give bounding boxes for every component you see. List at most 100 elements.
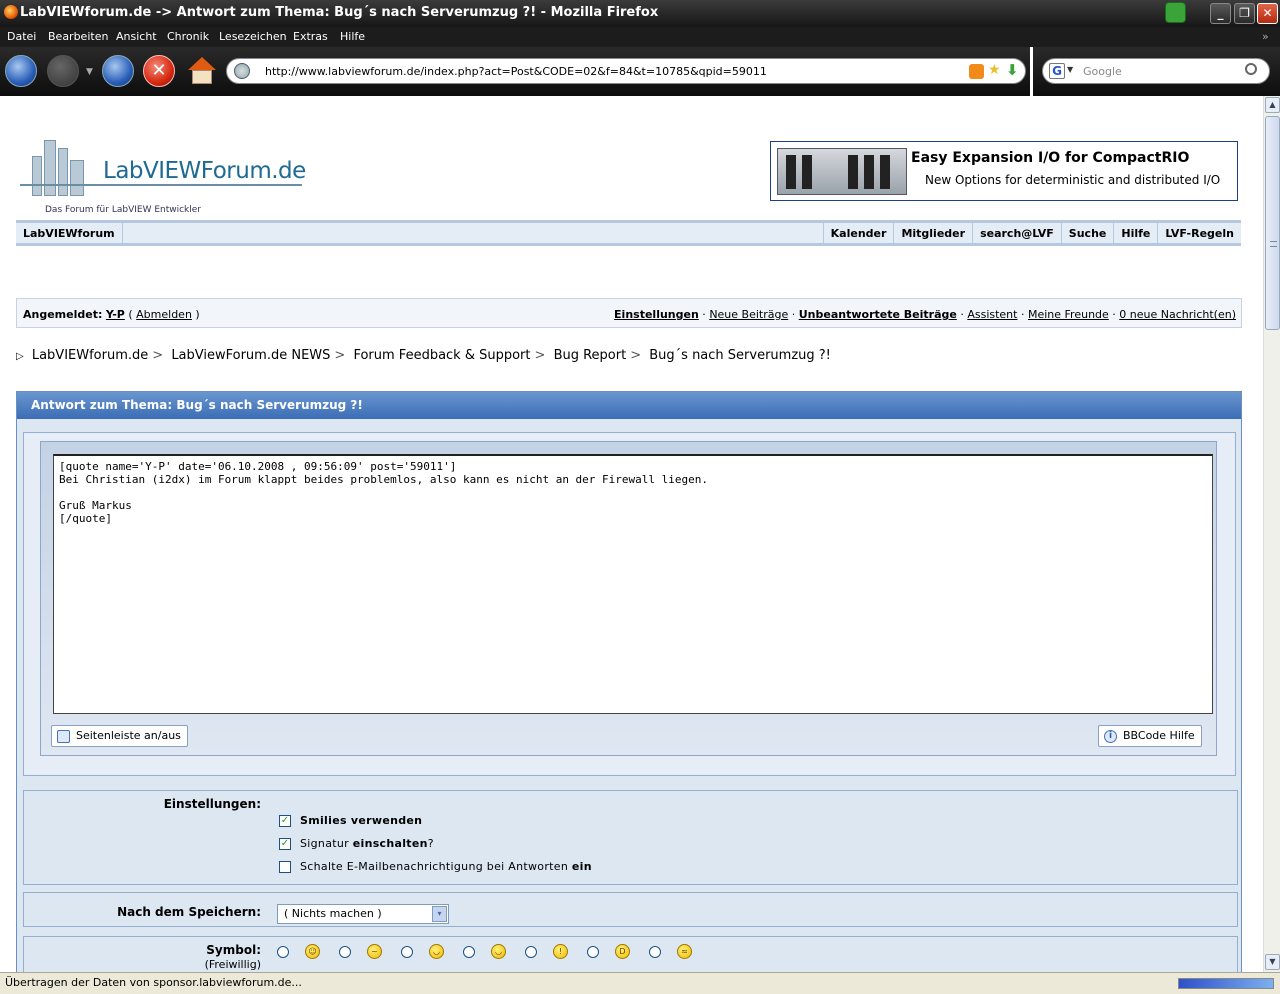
scroll-thumb[interactable] — [1265, 116, 1280, 330]
grin-icon: D — [615, 944, 630, 959]
email-notify-label[interactable]: Schalte E-Mailbenachrichtigung bei Antwo… — [300, 860, 592, 873]
minimize-button[interactable]: _ — [1210, 3, 1231, 24]
reply-form: Antwort zum Thema: Bug´s nach Serverumzu… — [16, 391, 1242, 972]
forum-logo[interactable]: LabVIEWForum.de Das Forum für LabVIEW En… — [20, 126, 310, 221]
user-bar: Angemeldet: Y-P ( Abmelden ) Einstellung… — [16, 298, 1242, 328]
forum-top-nav: LabVIEWforum Kalender Mitglieder search@… — [16, 220, 1241, 246]
menu-datei[interactable]: Datei — [7, 30, 36, 43]
menu-lesezeichen[interactable]: Lesezeichen — [219, 30, 287, 43]
sleepy-icon: ◡ — [429, 944, 444, 959]
bookmark-star-icon[interactable]: ★ — [988, 62, 1001, 78]
search-input[interactable]: Google — [1083, 65, 1122, 78]
menu-ansicht[interactable]: Ansicht — [116, 30, 157, 43]
nav-home-link[interactable]: LabVIEWforum — [16, 223, 123, 243]
assistant-link[interactable]: Assistent — [967, 308, 1017, 321]
menu-overflow-icon[interactable]: » — [1262, 30, 1269, 43]
chevron-down-icon[interactable]: ▾ — [432, 906, 447, 922]
info-icon: i — [1104, 730, 1117, 743]
rss-feed-icon[interactable] — [969, 64, 984, 79]
friends-link[interactable]: Meine Freunde — [1028, 308, 1109, 321]
menu-chronik[interactable]: Chronik — [167, 30, 209, 43]
symbol-radio[interactable] — [649, 946, 661, 958]
post-textarea[interactable]: [quote name='Y-P' date='06.10.2008 , 09:… — [53, 454, 1213, 714]
nav-search-lvf[interactable]: search@LVF — [972, 223, 1061, 243]
google-engine-icon[interactable]: G — [1049, 63, 1065, 79]
symbol-radio[interactable] — [401, 946, 413, 958]
bbcode-help-button[interactable]: i BBCode Hilfe — [1098, 725, 1202, 747]
logo-name: LabVIEWForum.de — [103, 158, 306, 184]
home-button[interactable] — [186, 55, 218, 87]
close-window-button[interactable]: ✕ — [1257, 3, 1278, 24]
nav-hilfe[interactable]: Hilfe — [1113, 223, 1157, 243]
address-bar[interactable]: http://www.labviewforum.de/index.php?act… — [226, 58, 1026, 84]
home-icon — [188, 57, 216, 70]
logout-link[interactable]: Abmelden — [136, 308, 192, 321]
symbol-radio[interactable] — [587, 946, 599, 958]
sidebar-toggle-button[interactable]: Seitenleiste an/aus — [51, 725, 188, 747]
breadcrumb-item[interactable]: LabVIEWforum.de — [32, 348, 148, 363]
scroll-up-button[interactable]: ▲ — [1265, 97, 1280, 113]
nav-kalender[interactable]: Kalender — [822, 223, 894, 243]
messages-link[interactable]: 0 neue Nachricht(en) — [1119, 308, 1236, 321]
url-input[interactable]: http://www.labviewforum.de/index.php?act… — [265, 65, 767, 78]
site-icon[interactable] — [234, 63, 250, 79]
stop-button[interactable]: ✕ — [143, 55, 175, 87]
download-icon[interactable]: ⬇ — [1006, 61, 1019, 79]
symbol-radio[interactable] — [525, 946, 537, 958]
smilies-checkbox[interactable]: ✓ — [279, 815, 291, 827]
sidebar-toggle-label: Seitenleiste an/aus — [76, 729, 181, 742]
editor-frame: [quote name='Y-P' date='06.10.2008 , 09:… — [40, 441, 1217, 756]
search-icon[interactable] — [1245, 63, 1257, 75]
nav-lvf-regeln[interactable]: LVF-Regeln — [1157, 223, 1241, 243]
menu-bar: Datei Bearbeiten Ansicht Chronik Lesezei… — [0, 27, 1280, 47]
wink-icon: ◡ — [491, 944, 506, 959]
window-title: LabVIEWforum.de -> Antwort zum Thema: Bu… — [20, 5, 659, 20]
symbol-radio[interactable] — [463, 946, 475, 958]
navigation-toolbar: ▼ ✕ http://www.labviewforum.de/index.php… — [0, 47, 1280, 96]
bbcode-help-label: BBCode Hilfe — [1123, 729, 1195, 742]
sidebar-icon — [57, 730, 70, 743]
smilies-label[interactable]: Smilies verwenden — [300, 814, 422, 827]
new-posts-link[interactable]: Neue Beiträge — [709, 308, 788, 321]
after-save-select[interactable]: ( Nichts machen ) ▾ — [277, 904, 449, 924]
forward-button[interactable] — [47, 55, 79, 87]
breadcrumb-arrow-icon: ▷ — [16, 351, 24, 362]
smirk-icon: ~ — [367, 944, 382, 959]
maximize-button[interactable]: ❐ — [1234, 3, 1255, 24]
sponsor-banner[interactable]: Easy Expansion I/O for CompactRIO New Op… — [770, 141, 1238, 201]
breadcrumb-item[interactable]: LabViewForum.de NEWS — [171, 348, 330, 363]
scroll-down-button[interactable]: ▼ — [1265, 954, 1280, 970]
symbol-radio[interactable] — [277, 946, 289, 958]
symbol-label: Symbol: — [206, 943, 261, 957]
nav-mitglieder[interactable]: Mitglieder — [893, 223, 972, 243]
nav-suche[interactable]: Suche — [1060, 223, 1114, 243]
logged-in-label: Angemeldet: — [23, 308, 103, 321]
vertical-scrollbar[interactable]: ▲ ▼ — [1263, 96, 1280, 972]
settings-link[interactable]: Einstellungen — [614, 308, 699, 321]
signature-label[interactable]: Signatur einschalten? — [300, 837, 434, 850]
menu-hilfe[interactable]: Hilfe — [340, 30, 365, 43]
history-dropdown-icon[interactable]: ▼ — [86, 67, 93, 77]
email-notify-checkbox[interactable] — [279, 861, 291, 873]
search-bar[interactable]: G ▼ Google — [1042, 58, 1270, 84]
toolbar-separator — [1030, 47, 1033, 96]
logo-graphic — [24, 132, 92, 196]
extension-icon[interactable] — [1165, 2, 1186, 23]
surprised-icon: ! — [553, 944, 568, 959]
breadcrumb-item[interactable]: Forum Feedback & Support — [353, 348, 530, 363]
reload-button[interactable] — [102, 55, 134, 87]
smile-icon: ☺ — [305, 944, 320, 959]
breadcrumb-item[interactable]: Bug Report — [554, 348, 627, 363]
status-bar: Übertragen der Daten von sponsor.labview… — [0, 972, 1280, 994]
menu-bearbeiten[interactable]: Bearbeiten — [48, 30, 108, 43]
breadcrumb-current[interactable]: Bug´s nach Serverumzug ?! — [649, 348, 831, 363]
username-link[interactable]: Y-P — [106, 308, 125, 321]
symbol-radio[interactable] — [339, 946, 351, 958]
engine-dropdown-icon[interactable]: ▼ — [1067, 65, 1073, 74]
window-titlebar: LabVIEWforum.de -> Antwort zum Thema: Bu… — [0, 0, 1280, 27]
home-icon-wall — [192, 70, 212, 84]
menu-extras[interactable]: Extras — [293, 30, 328, 43]
back-button[interactable] — [5, 55, 37, 87]
unanswered-posts-link[interactable]: Unbeantwortete Beiträge — [799, 308, 957, 321]
signature-checkbox[interactable]: ✓ — [279, 838, 291, 850]
